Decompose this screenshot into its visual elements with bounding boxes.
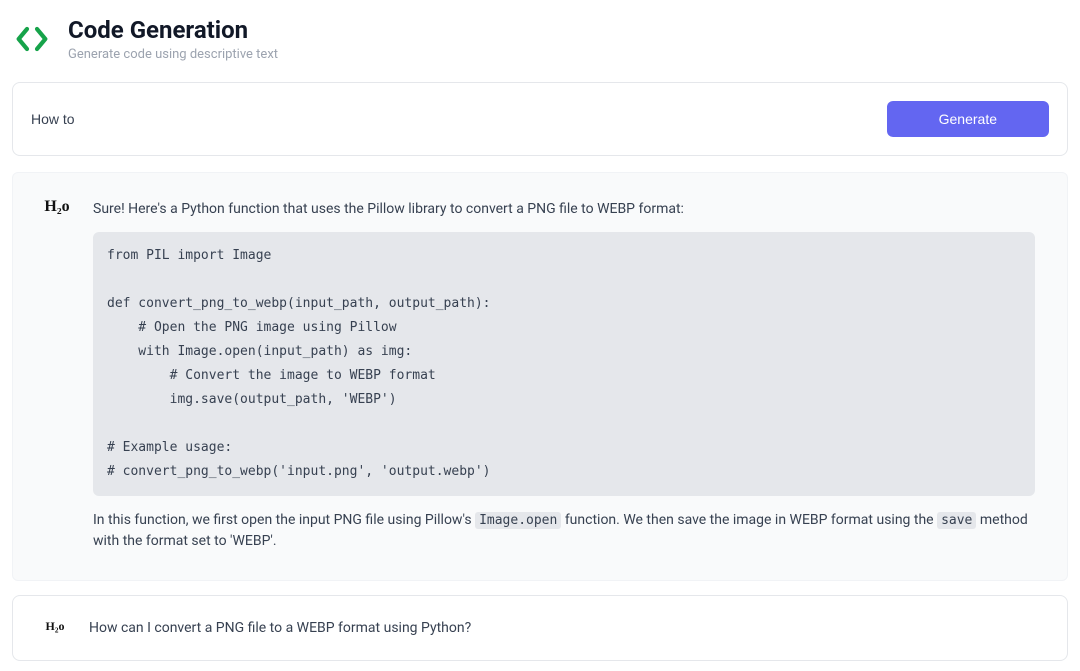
history-prompt-text: How can I convert a PNG file to a WEBP f… xyxy=(89,620,471,636)
code-icon xyxy=(12,19,52,59)
ai-response-card: H₂o Sure! Here's a Python function that … xyxy=(12,172,1068,581)
response-intro-text: Sure! Here's a Python function that uses… xyxy=(93,199,1035,220)
response-code-block: from PIL import Image def convert_png_to… xyxy=(93,232,1035,496)
assistant-avatar: H₂o xyxy=(45,195,69,219)
page-title: Code Generation xyxy=(68,16,278,45)
inline-code: Image.open xyxy=(475,512,561,529)
page-header: Code Generation Generate code using desc… xyxy=(12,12,1068,70)
response-outro-text: In this function, we first open the inpu… xyxy=(93,510,1035,552)
inline-code: save xyxy=(937,512,976,529)
history-avatar: H₂o xyxy=(43,614,67,638)
history-item-card[interactable]: H₂o How can I convert a PNG file to a WE… xyxy=(12,595,1068,661)
prompt-input[interactable] xyxy=(31,111,887,127)
generate-button[interactable]: Generate xyxy=(887,101,1049,137)
page-subtitle: Generate code using descriptive text xyxy=(68,47,278,62)
prompt-input-card: Generate xyxy=(12,82,1068,156)
